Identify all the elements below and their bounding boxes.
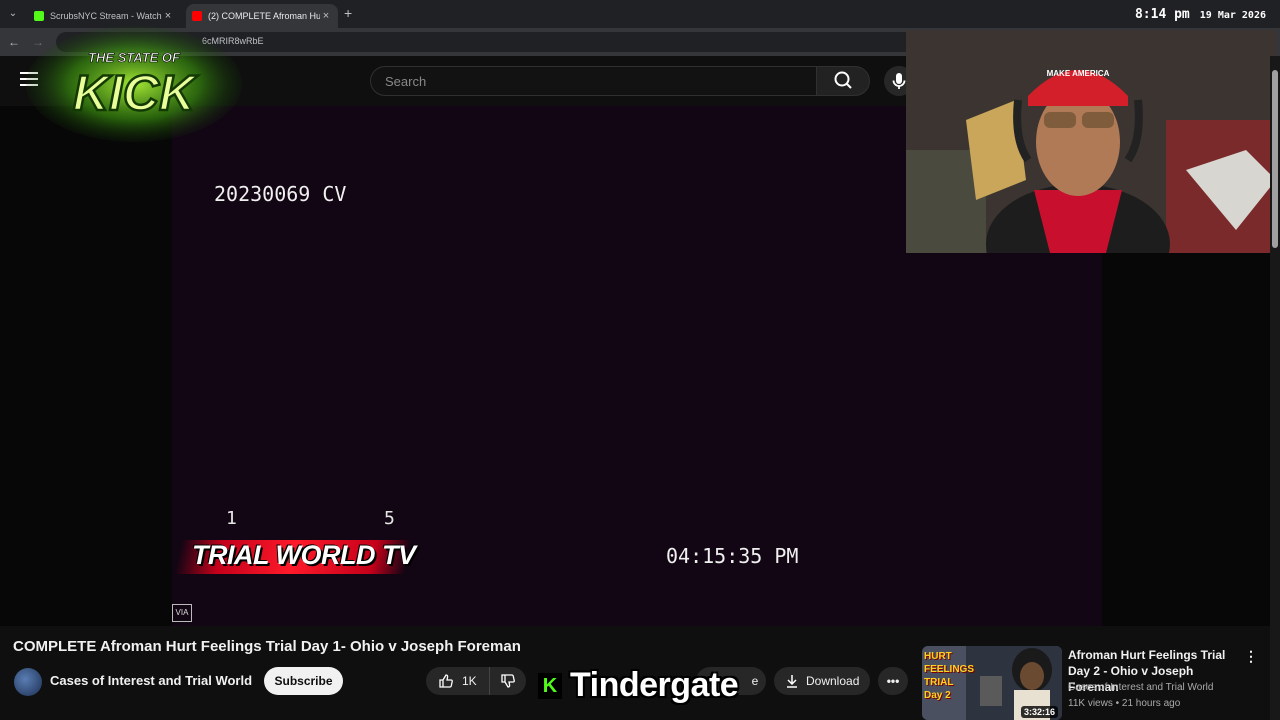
like-button[interactable]: 1K xyxy=(426,667,490,695)
download-icon xyxy=(787,675,797,688)
youtube-icon xyxy=(192,11,202,21)
tab-search-icon[interactable]: ⌄ xyxy=(4,6,22,22)
video-duration: 3:32:16 xyxy=(1020,706,1058,718)
kick-logo: THE STATE OF KICK xyxy=(26,26,242,142)
close-icon[interactable]: × xyxy=(320,10,332,22)
kick-logo-line1: THE STATE OF xyxy=(88,50,181,65)
scrollbar-thumb[interactable] xyxy=(1272,70,1278,248)
streamer-image: MAKE AMERICA xyxy=(906,30,1276,253)
system-clock: 8:14 pm 19 Mar 2026 xyxy=(1135,7,1266,22)
recommended-thumbnail[interactable]: HURT FEELINGS TRIAL Day 2 3:32:16 xyxy=(922,646,1062,720)
kick-k-icon: K xyxy=(538,672,562,699)
channel-name[interactable]: Cases of Interest and Trial World xyxy=(50,673,252,688)
kick-logo-line2: KICK xyxy=(73,65,199,121)
dislike-button[interactable] xyxy=(490,667,526,695)
cap-text: MAKE AMERICA xyxy=(1047,69,1110,78)
channel-avatar[interactable] xyxy=(14,668,42,696)
trial-world-banner: TRIAL WORLD TV xyxy=(192,540,416,570)
video-title: COMPLETE Afroman Hurt Feelings Trial Day… xyxy=(13,638,521,655)
like-dislike-bar: 1K xyxy=(426,667,526,695)
close-icon[interactable]: × xyxy=(162,10,174,22)
thumbnail-text: HURT FEELINGS TRIAL Day 2 xyxy=(924,651,975,701)
thumbs-up-icon xyxy=(439,674,453,688)
kebab-menu-icon[interactable]: ⋮ xyxy=(1244,648,1258,665)
ticker-overlay: K Tindergate xyxy=(538,666,739,705)
clock-date: 19 Mar 2026 xyxy=(1199,10,1266,21)
download-button[interactable]: Download xyxy=(774,667,870,695)
new-tab-icon[interactable]: + xyxy=(344,5,352,21)
search-input[interactable] xyxy=(371,67,816,95)
case-number: 20230069 CV xyxy=(214,182,347,206)
like-count: 1K xyxy=(462,674,477,688)
search-button[interactable] xyxy=(816,66,870,96)
camera-number-right: 5 xyxy=(384,508,395,529)
back-icon[interactable]: ← xyxy=(6,34,22,50)
streamer-webcam: MAKE AMERICA xyxy=(906,30,1276,253)
recommended-meta: 11K views • 21 hours ago xyxy=(1068,698,1181,709)
share-label: e xyxy=(751,674,759,688)
thumbs-down-icon xyxy=(501,674,515,688)
tab-title: (2) COMPLETE Afroman Hurt Fe xyxy=(208,11,320,21)
search-box[interactable] xyxy=(370,66,816,96)
subscribe-button[interactable]: Subscribe xyxy=(264,667,343,695)
more-actions-button[interactable]: ••• xyxy=(878,667,908,695)
ticker-text: Tindergate xyxy=(570,666,739,704)
page-scrollbar[interactable] xyxy=(1270,56,1280,720)
kick-icon xyxy=(34,11,44,21)
camera-number-left: 1 xyxy=(226,508,237,529)
clock-time: 8:14 pm xyxy=(1134,7,1190,22)
video-timestamp: 04:15:35 PM xyxy=(666,544,799,568)
tab-title: ScrubsNYC Stream - Watch Live xyxy=(50,11,162,21)
download-label: Download xyxy=(806,674,860,688)
search-icon xyxy=(834,71,852,89)
recommended-channel[interactable]: Cases of Interest and Trial World xyxy=(1068,682,1213,693)
watermark-logo: VIA xyxy=(172,604,192,622)
